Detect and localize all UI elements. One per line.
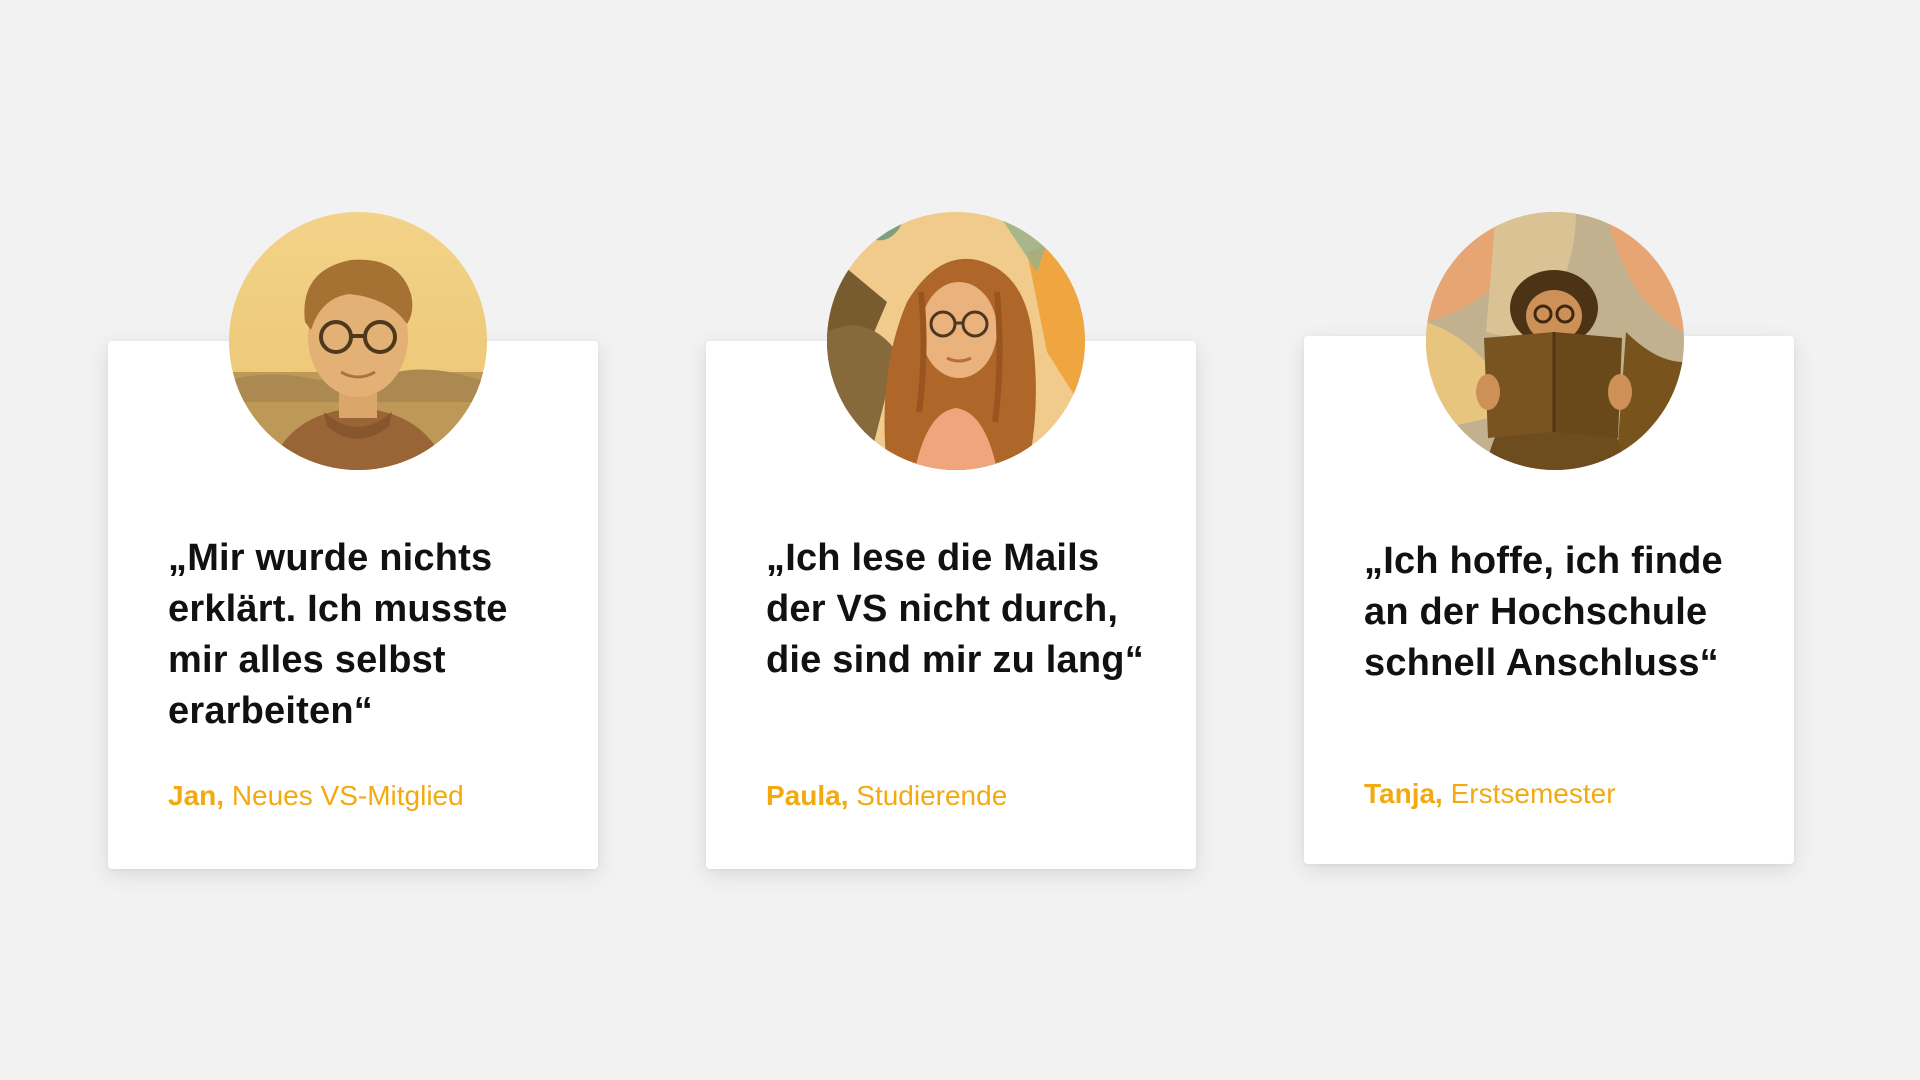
author-name: Jan, bbox=[168, 780, 225, 811]
testimonial-author: Jan, Neues VS-Mitglied bbox=[168, 778, 464, 814]
portrait-young-man-glasses-icon bbox=[229, 212, 487, 470]
author-name: Tanja, bbox=[1364, 778, 1443, 809]
avatar-tanja bbox=[1426, 212, 1684, 470]
testimonial-quote: „Ich hoffe, ich finde an der Hochschule … bbox=[1364, 540, 1723, 684]
testimonial-quote: „Ich lese die Mails der VS nicht durch, … bbox=[766, 537, 1144, 681]
avatar-paula bbox=[827, 212, 1085, 470]
portrait-woman-reading-book-icon bbox=[1426, 212, 1684, 470]
author-role: Erstsemester bbox=[1450, 778, 1616, 809]
author-role: Neues VS-Mitglied bbox=[231, 780, 464, 811]
avatar-jan bbox=[229, 212, 487, 470]
author-role: Studierende bbox=[856, 780, 1008, 811]
testimonial-author: Paula, Studierende bbox=[766, 778, 1007, 814]
author-name: Paula, bbox=[766, 780, 849, 811]
testimonials-page: „Mir wurde nichts erklärt. Ich musste mi… bbox=[0, 0, 1920, 1080]
testimonial-author: Tanja, Erstsemester bbox=[1364, 776, 1616, 812]
testimonial-quote: „Mir wurde nichts erklärt. Ich musste mi… bbox=[168, 537, 508, 732]
portrait-woman-curly-hair-glasses-icon bbox=[827, 212, 1085, 470]
